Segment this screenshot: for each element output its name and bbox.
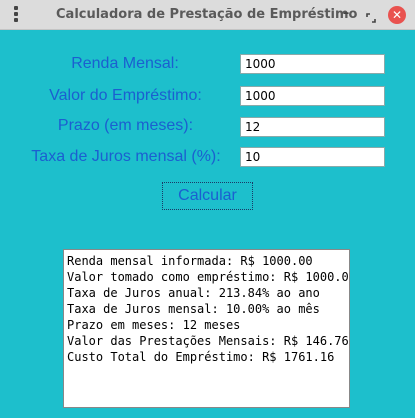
- result-line: Valor tomado como empréstimo: R$ 1000.00: [67, 270, 350, 284]
- result-line: Valor das Prestações Mensais: R$ 146.76: [67, 334, 349, 348]
- renda-mensal-input[interactable]: [240, 54, 385, 74]
- title-bar: Calculadora de Prestação de Empréstimo –…: [0, 0, 415, 30]
- valor-emprestimo-input[interactable]: [240, 86, 385, 106]
- taxa-juros-input[interactable]: [240, 147, 385, 167]
- result-line: Taxa de Juros mensal: 10.00% ao mês: [67, 302, 320, 316]
- prazo-input[interactable]: [240, 117, 385, 137]
- window-title: Calculadora de Prestação de Empréstimo: [56, 7, 358, 22]
- taxa-juros-label: Taxa de Juros mensal (%):: [31, 148, 221, 165]
- result-line: Custo Total do Empréstimo: R$ 1761.16: [67, 350, 335, 364]
- minimize-icon[interactable]: –: [339, 3, 353, 25]
- result-text-area[interactable]: Renda mensal informada: R$ 1000.00 Valor …: [63, 249, 350, 408]
- result-line: Renda mensal informada: R$ 1000.00: [67, 254, 313, 268]
- close-icon[interactable]: ✕: [388, 6, 406, 24]
- valor-emprestimo-label: Valor do Empréstimo:: [49, 87, 202, 104]
- calcular-button[interactable]: Calcular: [162, 182, 253, 210]
- prazo-label: Prazo (em meses):: [57, 117, 194, 134]
- renda-mensal-label: Renda Mensal:: [71, 55, 179, 72]
- result-line: Prazo em meses: 12 meses: [67, 318, 241, 332]
- menu-icon[interactable]: [9, 6, 23, 24]
- result-line: Taxa de Juros anual: 213.84% ao ano: [67, 286, 320, 300]
- restore-icon[interactable]: [365, 9, 377, 23]
